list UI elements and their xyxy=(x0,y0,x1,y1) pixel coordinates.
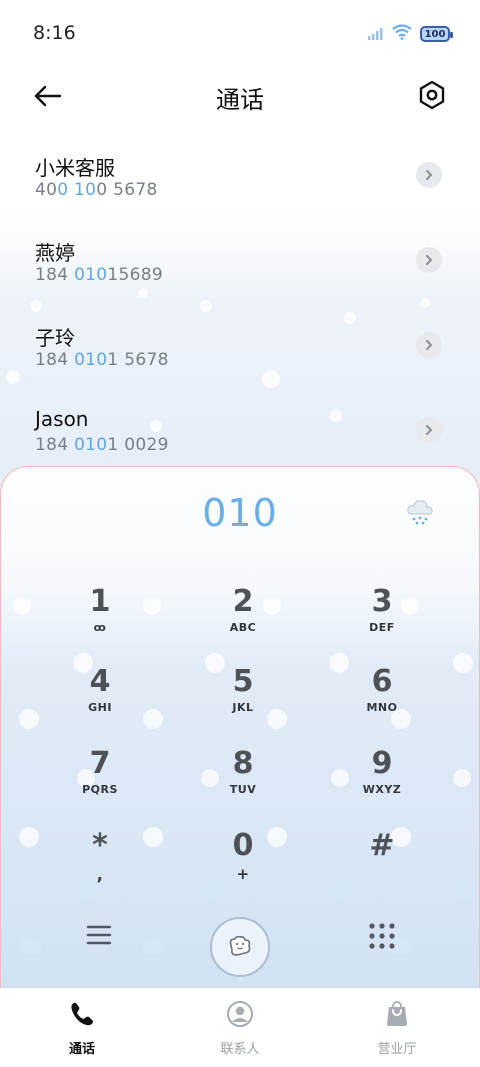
keypad-toggle-button[interactable] xyxy=(367,921,397,951)
status-bar: 8:16 100 xyxy=(0,0,480,68)
bottom-nav: 通话 联系人 营业厅 xyxy=(0,988,480,1067)
contact-number: 184 01015689 xyxy=(35,265,164,285)
contact-item[interactable]: Jason 184 0101 0029 xyxy=(0,387,480,471)
battery-indicator: 100 xyxy=(420,26,453,42)
grid-dots-icon xyxy=(369,923,395,949)
contact-number: 400 100 5678 xyxy=(35,180,158,200)
settings-hexagon-icon xyxy=(418,80,446,114)
chevron-right-button[interactable] xyxy=(416,247,442,273)
settings-button[interactable] xyxy=(418,80,446,110)
bag-icon xyxy=(387,1001,407,1026)
signal-icon xyxy=(368,25,384,44)
header: 通话 xyxy=(0,68,480,124)
key-6[interactable]: 6 MNO xyxy=(322,665,442,731)
wifi-icon xyxy=(392,24,412,44)
contact-number: 184 0101 0029 xyxy=(35,435,169,455)
key-5[interactable]: 5 JKL xyxy=(183,665,303,731)
key-hash[interactable]: # xyxy=(322,829,442,895)
key-7[interactable]: 7 PQRS xyxy=(40,747,160,813)
chevron-right-icon xyxy=(426,340,433,350)
nav-contacts[interactable]: 联系人 xyxy=(190,1000,290,1057)
call-button[interactable] xyxy=(210,917,270,977)
key-2[interactable]: 2 ABC xyxy=(183,585,303,651)
menu-icon xyxy=(86,925,112,945)
contact-item[interactable]: 子玲 184 0101 5678 xyxy=(0,302,480,386)
contact-name: 燕婷 xyxy=(35,241,75,265)
chevron-right-button[interactable] xyxy=(416,417,442,443)
voicemail-icon: ꝏ xyxy=(93,621,107,634)
page-title: 通话 xyxy=(216,86,264,114)
bear-phone-icon xyxy=(229,935,251,956)
key-0[interactable]: 0 + xyxy=(183,829,303,895)
menu-button[interactable] xyxy=(85,921,113,949)
contact-name: Jason xyxy=(35,407,89,431)
chevron-right-icon xyxy=(426,255,433,265)
nav-calls[interactable]: 通话 xyxy=(32,1000,132,1057)
key-1[interactable]: 1 ꝏ xyxy=(40,585,160,651)
contact-number: 184 0101 5678 xyxy=(35,350,169,370)
contact-item[interactable]: 燕婷 184 01015689 xyxy=(0,217,480,301)
chevron-right-icon xyxy=(426,425,433,435)
key-9[interactable]: 9 WXYZ xyxy=(322,747,442,813)
status-time: 8:16 xyxy=(33,22,76,44)
key-star[interactable]: * , xyxy=(40,829,160,895)
chevron-right-button[interactable] xyxy=(416,332,442,358)
key-4[interactable]: 4 GHI xyxy=(40,665,160,731)
phone-icon xyxy=(71,1002,93,1026)
key-3[interactable]: 3 DEF xyxy=(322,585,442,651)
chevron-right-button[interactable] xyxy=(416,162,442,188)
contact-name: 子玲 xyxy=(35,326,75,350)
nav-store[interactable]: 营业厅 xyxy=(347,1000,447,1057)
key-8[interactable]: 8 TUV xyxy=(183,747,303,813)
chevron-right-icon xyxy=(426,170,433,180)
contact-item[interactable]: 小米客服 400 100 5678 xyxy=(0,132,480,216)
contact-name: 小米客服 xyxy=(35,156,115,180)
snow-cloud-icon[interactable] xyxy=(405,497,435,527)
person-icon xyxy=(227,1001,253,1027)
dialpad: 010 1 ꝏ 2 ABC 3 DEF 4 GHI 5 JKL 6 MNO 7 … xyxy=(0,466,480,988)
